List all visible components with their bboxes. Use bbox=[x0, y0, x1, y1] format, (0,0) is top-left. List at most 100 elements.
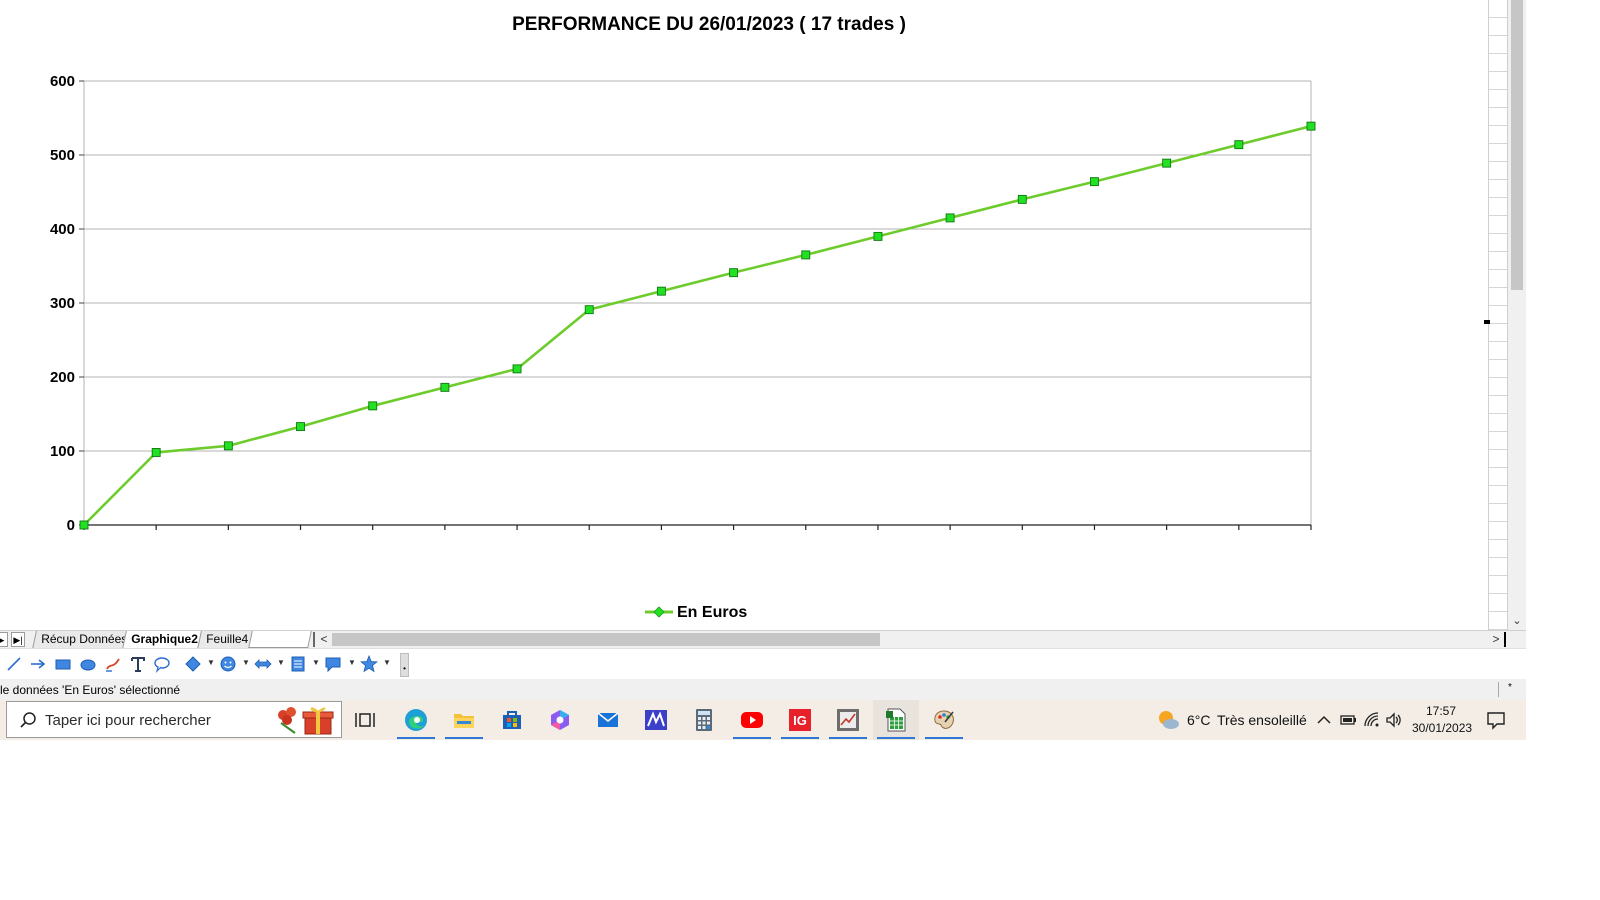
task-view-button[interactable] bbox=[343, 700, 389, 740]
callouts-icon[interactable] bbox=[324, 655, 342, 673]
rectangle-tool-icon[interactable] bbox=[54, 655, 72, 673]
flowchart-icon[interactable] bbox=[289, 655, 307, 673]
sheet-tab-graphique2[interactable]: Graphique2 bbox=[122, 631, 207, 649]
data-point[interactable] bbox=[729, 268, 739, 278]
horizontal-scroll-thumb[interactable] bbox=[332, 633, 880, 646]
notification-center-icon[interactable] bbox=[1486, 710, 1506, 730]
taskbar-app-ig[interactable]: IG bbox=[777, 700, 823, 740]
data-point[interactable] bbox=[1017, 194, 1027, 204]
chevron-down-icon[interactable]: ▼ bbox=[383, 658, 391, 667]
data-point[interactable] bbox=[584, 305, 594, 315]
taskbar-search-box[interactable]: Taper ici pour rechercher bbox=[6, 701, 342, 738]
scroll-end-marker bbox=[1504, 632, 1506, 647]
running-indicator bbox=[397, 737, 435, 739]
data-point[interactable] bbox=[656, 286, 666, 296]
chevron-down-icon[interactable]: ▼ bbox=[242, 658, 250, 667]
data-point[interactable] bbox=[873, 231, 883, 241]
tab-splitter[interactable] bbox=[313, 632, 315, 647]
data-point[interactable] bbox=[1234, 140, 1244, 150]
show-hidden-icons-chevron-icon[interactable] bbox=[1315, 711, 1333, 729]
data-point[interactable] bbox=[151, 448, 161, 457]
chevron-down-icon[interactable]: ▼ bbox=[207, 658, 215, 667]
file-explorer-icon bbox=[454, 714, 474, 728]
weather-sunny-icon[interactable] bbox=[1156, 709, 1180, 731]
arrow-tool-icon[interactable] bbox=[29, 655, 47, 673]
ellipse-tool-icon[interactable] bbox=[79, 655, 97, 673]
horizontal-scrollbar[interactable] bbox=[332, 633, 1487, 646]
callout-tool-icon[interactable] bbox=[153, 655, 171, 673]
taskbar-app-store[interactable] bbox=[489, 700, 535, 740]
math-app-icon bbox=[645, 710, 667, 730]
svg-text:IG: IG bbox=[793, 713, 807, 728]
weather-temperature[interactable]: 6°C bbox=[1187, 712, 1211, 728]
weather-description[interactable]: Très ensoleillé bbox=[1217, 712, 1307, 728]
data-point[interactable] bbox=[440, 382, 450, 392]
data-point[interactable] bbox=[79, 520, 89, 530]
taskbar-app-chart[interactable] bbox=[825, 700, 871, 740]
taskbar-app-mail[interactable] bbox=[585, 700, 631, 740]
taskbar-app-paint[interactable] bbox=[921, 700, 967, 740]
taskbar-app-copilot[interactable] bbox=[537, 700, 583, 740]
vertical-scroll-thumb[interactable] bbox=[1511, 0, 1523, 290]
search-placeholder: Taper ici pour rechercher bbox=[45, 712, 211, 729]
line-chart[interactable]: PERFORMANCE DU 26/01/2023 ( 17 trades ) … bbox=[0, 0, 1488, 630]
libreoffice-calc-icon bbox=[886, 708, 906, 732]
add-sheet-area[interactable] bbox=[248, 631, 312, 648]
data-point[interactable] bbox=[1162, 158, 1172, 168]
task-view-icon bbox=[355, 713, 375, 727]
scroll-down-icon[interactable]: ⌄ bbox=[1510, 614, 1524, 628]
store-icon bbox=[503, 711, 521, 729]
sheet-tab-recup-donnees[interactable]: Récup Données bbox=[32, 631, 136, 649]
legend-label: En Euros bbox=[677, 604, 747, 621]
chevron-down-icon[interactable]: ▼ bbox=[348, 658, 356, 667]
taskbar-app-edge[interactable] bbox=[393, 700, 439, 740]
taskbar-app-calculator[interactable] bbox=[681, 700, 727, 740]
running-indicator bbox=[829, 737, 867, 739]
y-tick-label: 500 bbox=[50, 147, 75, 164]
battery-icon[interactable] bbox=[1339, 711, 1357, 729]
text-tool-icon[interactable] bbox=[129, 655, 147, 673]
scroll-right-icon[interactable]: > bbox=[1490, 631, 1502, 648]
selection-handle[interactable] bbox=[1484, 320, 1490, 324]
sheet-nav-last-icon[interactable]: ▶| bbox=[11, 632, 25, 647]
line-tool-icon[interactable] bbox=[5, 655, 23, 673]
wifi-icon[interactable] bbox=[1363, 711, 1381, 729]
stars-icon[interactable] bbox=[360, 655, 378, 673]
data-point[interactable] bbox=[1306, 121, 1316, 131]
sheet-nav-next-icon[interactable]: ▶ bbox=[0, 632, 8, 647]
clock-time[interactable]: 17:57 bbox=[1426, 704, 1456, 718]
series-line-en-euros[interactable] bbox=[83, 124, 1312, 526]
y-tick-label: 100 bbox=[50, 443, 75, 460]
data-point[interactable] bbox=[223, 441, 233, 451]
status-separator bbox=[1498, 682, 1499, 697]
data-point[interactable] bbox=[1090, 177, 1099, 187]
running-indicator bbox=[445, 737, 483, 739]
vertical-scrollbar[interactable]: ⌄ bbox=[1508, 0, 1526, 630]
chevron-down-icon[interactable]: ▼ bbox=[277, 658, 285, 667]
data-point[interactable] bbox=[801, 250, 811, 260]
data-point[interactable] bbox=[296, 422, 305, 432]
data-point[interactable] bbox=[368, 401, 378, 411]
mail-icon bbox=[597, 712, 619, 727]
symbol-shapes-icon[interactable] bbox=[219, 655, 237, 673]
freeform-tool-icon[interactable] bbox=[104, 655, 122, 673]
basic-shapes-icon[interactable] bbox=[184, 655, 202, 673]
status-text: le données 'En Euros' sélectionné bbox=[0, 683, 181, 697]
document-modified-indicator[interactable]: * bbox=[1508, 682, 1512, 693]
block-arrows-icon[interactable] bbox=[254, 655, 272, 673]
drawing-toolbar: ▼ ▼ ▼ ▼ ▼ ▼ • bbox=[0, 648, 1526, 680]
clock-date[interactable]: 30/01/2023 bbox=[1412, 721, 1472, 735]
taskbar-app-youtube[interactable] bbox=[729, 700, 775, 740]
data-point[interactable] bbox=[512, 364, 522, 374]
taskbar-app-file-explorer[interactable] bbox=[441, 700, 487, 740]
chevron-down-icon[interactable]: ▼ bbox=[312, 658, 320, 667]
volume-icon[interactable] bbox=[1385, 711, 1403, 729]
toolbar-overflow-grip[interactable]: • bbox=[400, 653, 409, 677]
running-indicator bbox=[781, 737, 819, 739]
taskbar-app-math[interactable] bbox=[633, 700, 679, 740]
data-point[interactable] bbox=[945, 213, 955, 223]
chart-area[interactable]: PERFORMANCE DU 26/01/2023 ( 17 trades ) … bbox=[0, 0, 1488, 630]
taskbar-app-libreoffice-calc[interactable] bbox=[873, 700, 919, 740]
scroll-left-icon[interactable]: < bbox=[318, 631, 330, 648]
y-tick-label: 0 bbox=[67, 517, 75, 534]
